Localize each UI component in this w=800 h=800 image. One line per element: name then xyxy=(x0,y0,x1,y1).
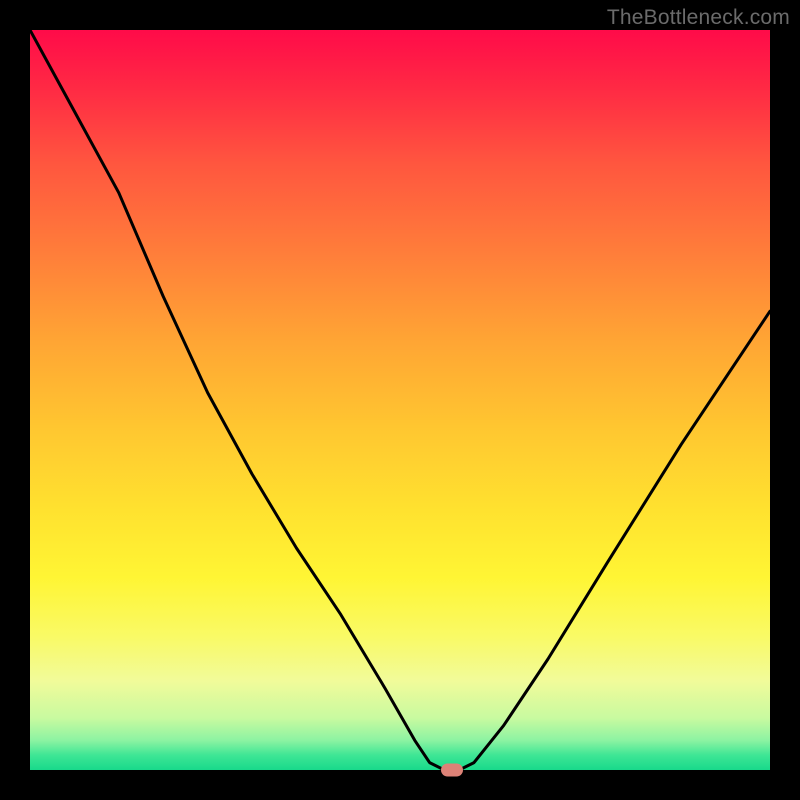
chart-container: TheBottleneck.com xyxy=(0,0,800,800)
watermark-text: TheBottleneck.com xyxy=(607,6,790,30)
bottleneck-curve xyxy=(30,30,770,770)
curve-svg xyxy=(30,30,770,770)
bottleneck-marker xyxy=(441,764,463,777)
plot-area xyxy=(30,30,770,770)
